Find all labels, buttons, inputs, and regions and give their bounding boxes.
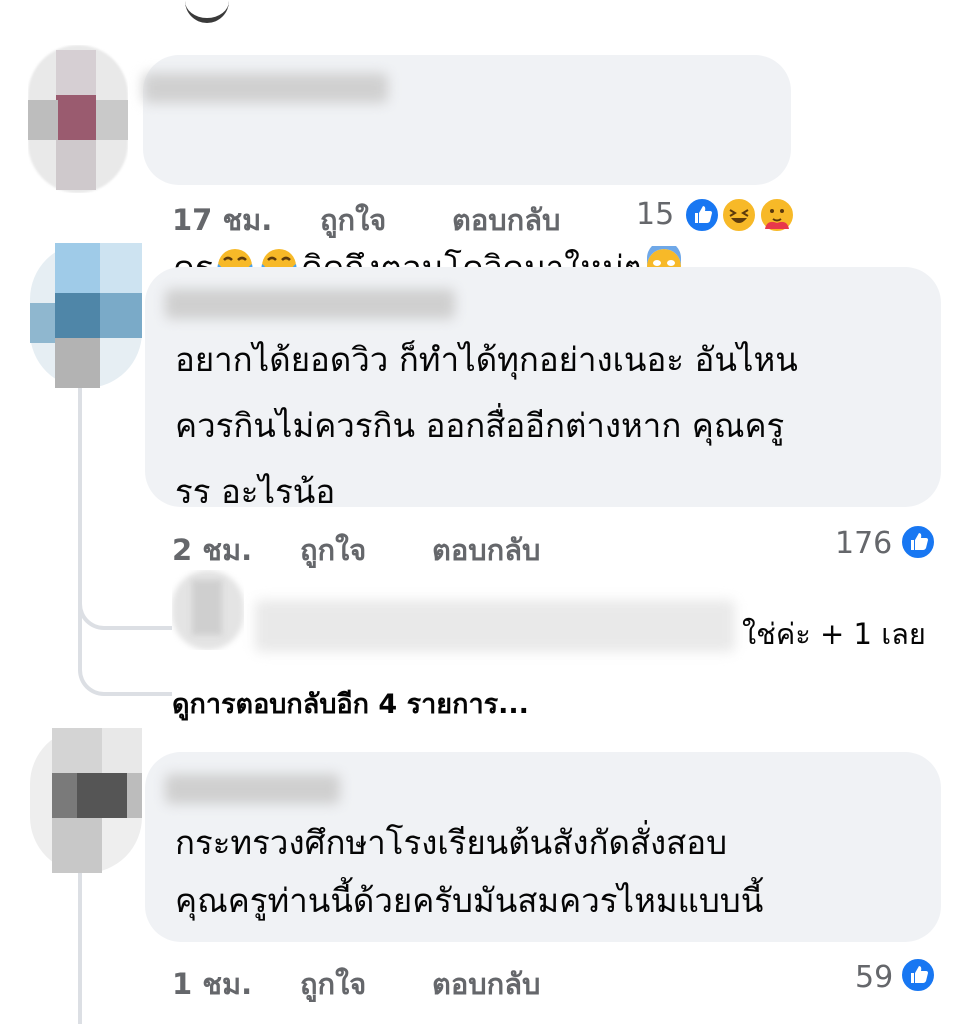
like-icon <box>683 196 721 234</box>
comment-bubble: ครู คิดถึงตอนโควิดมาใหม่ๆ <box>143 55 791 287</box>
reply-thread-connector <box>78 600 172 696</box>
reply-button[interactable]: ตอบกลับ <box>452 197 560 243</box>
reply-button[interactable]: ตอบกลับ <box>432 527 540 573</box>
avatar[interactable] <box>30 728 142 873</box>
comment-bubble: กระทรวงศึกษาโรงเรียนต้นสังกัดสั่งสอบ คุณ… <box>145 752 941 942</box>
view-more-replies-link[interactable]: ดูการตอบกลับอีก 4 รายการ... <box>172 682 529 725</box>
reaction-count[interactable]: 15 <box>636 197 674 232</box>
commenter-name-blurred[interactable] <box>165 289 455 319</box>
commenter-name-blurred[interactable] <box>165 774 340 804</box>
like-button[interactable]: ถูกใจ <box>300 961 366 1007</box>
care-hug-icon <box>758 196 796 234</box>
reply-button[interactable]: ตอบกลับ <box>432 961 540 1007</box>
like-icon <box>899 523 937 561</box>
previous-avatar-edge <box>185 0 229 23</box>
comment-text: กระทรวงศึกษาโรงเรียนต้นสังกัดสั่งสอบ คุณ… <box>175 823 764 920</box>
laughing-face-icon <box>720 196 758 234</box>
reply-avatar[interactable] <box>172 570 244 650</box>
reaction-count[interactable]: 59 <box>855 960 893 995</box>
reaction-count[interactable]: 176 <box>835 526 892 561</box>
avatar[interactable] <box>28 45 128 193</box>
like-icon <box>899 956 937 994</box>
avatar[interactable] <box>30 243 142 388</box>
like-button[interactable]: ถูกใจ <box>320 197 386 243</box>
reply-preview-text[interactable]: ใช่ค่ะ + 1 เลย <box>742 611 926 657</box>
like-button[interactable]: ถูกใจ <box>300 527 366 573</box>
comment-bubble: อยากได้ยอดวิว ก็ทำได้ทุกอย่างเนอะ อันไหน… <box>145 267 941 511</box>
comment-timestamp[interactable]: 17 ชม. <box>172 197 272 243</box>
comment-timestamp[interactable]: 2 ชม. <box>172 527 252 573</box>
reply-thread-line <box>78 872 82 1024</box>
comment-text: อยากได้ยอดวิว ก็ทำได้ทุกอย่างเนอะ อันไหน… <box>175 340 798 511</box>
commenter-name-blurred[interactable] <box>143 73 388 103</box>
reply-text-blurred <box>255 600 735 652</box>
comment-timestamp[interactable]: 1 ชม. <box>172 961 252 1007</box>
